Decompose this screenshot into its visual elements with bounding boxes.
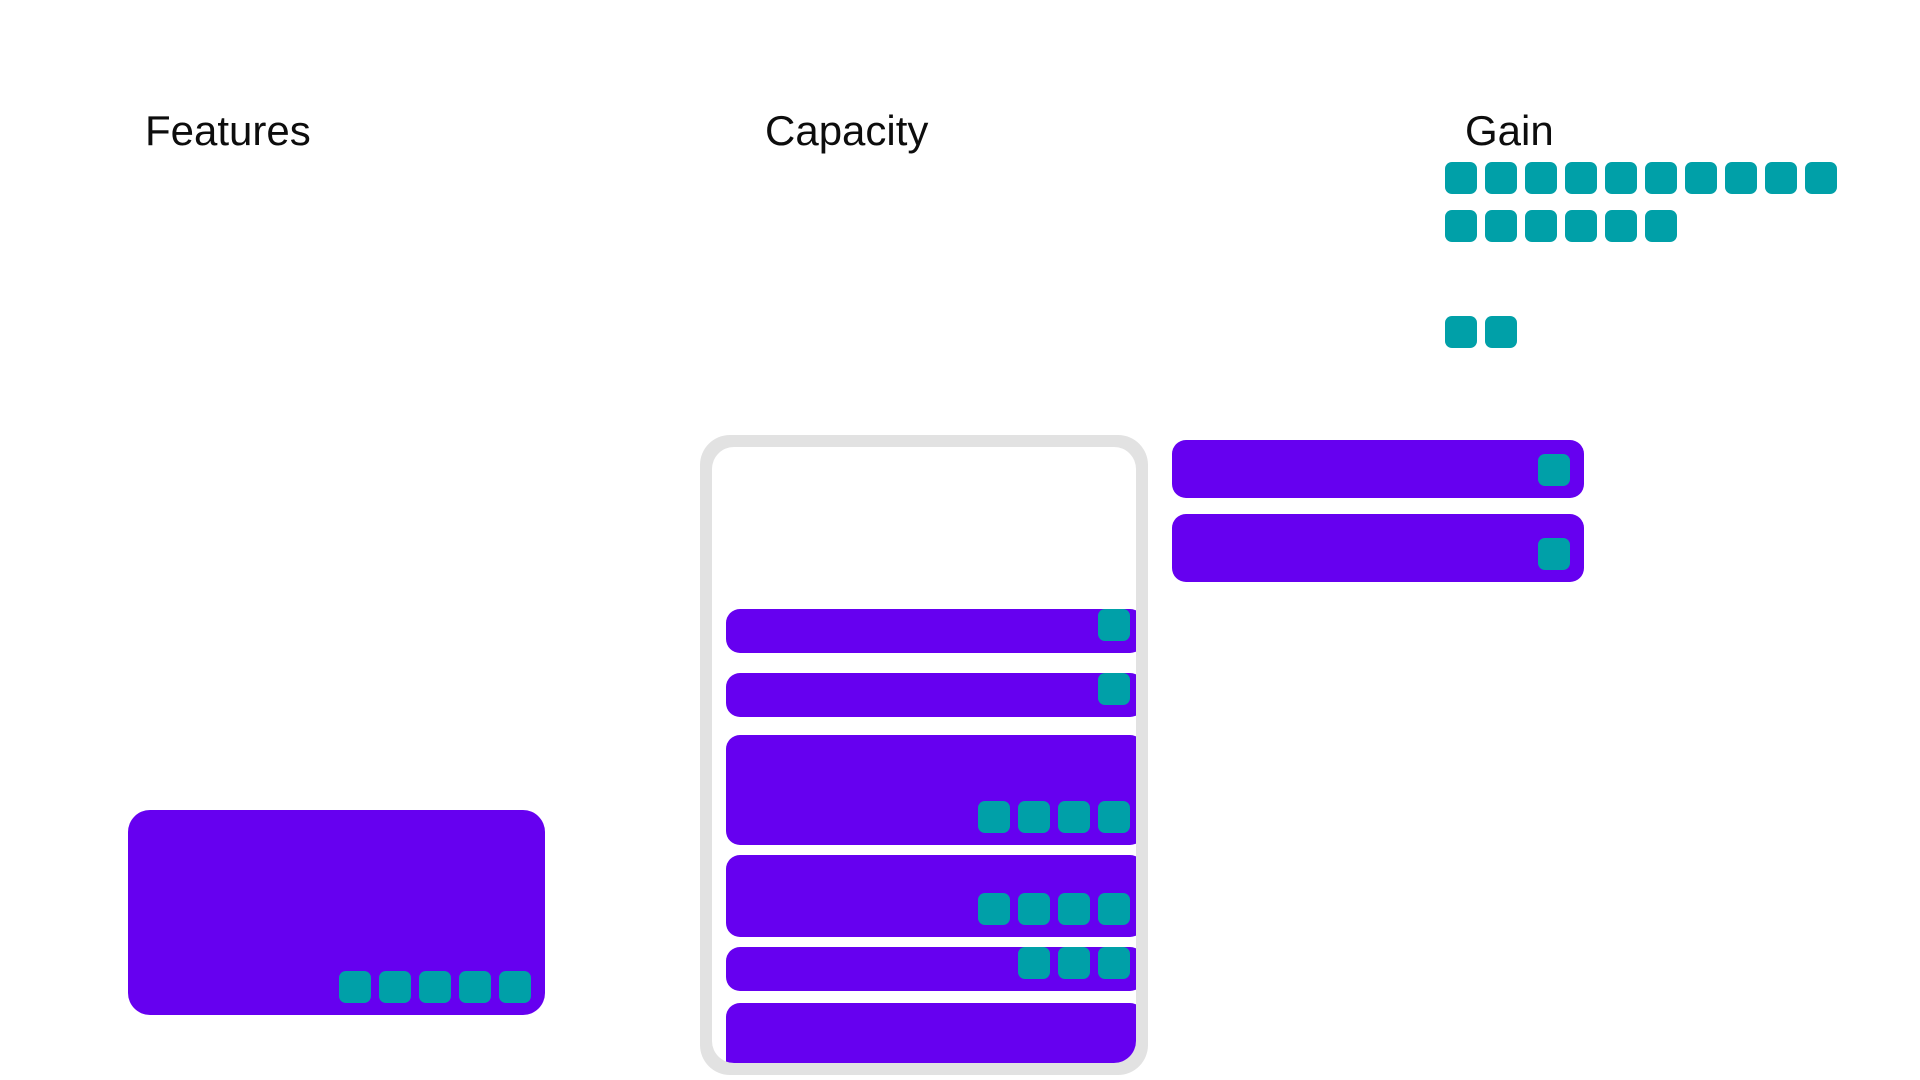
capacity-bar[interactable] — [726, 735, 1136, 845]
gain-bar[interactable] — [1172, 514, 1584, 582]
teal-square — [339, 971, 371, 1003]
teal-square — [1445, 162, 1477, 194]
teal-square — [1645, 210, 1677, 242]
teal-square — [1445, 210, 1477, 242]
teal-square — [1445, 316, 1477, 348]
teal-square — [1685, 162, 1717, 194]
teal-square — [1485, 162, 1517, 194]
teal-square — [1525, 162, 1557, 194]
teal-square — [1525, 210, 1557, 242]
teal-square — [1565, 162, 1597, 194]
teal-square — [1018, 947, 1050, 979]
teal-square — [1098, 609, 1130, 641]
teal-square — [978, 801, 1010, 833]
teal-square — [1018, 801, 1050, 833]
teal-square — [1538, 538, 1570, 570]
teal-square — [1645, 162, 1677, 194]
capacity-bar-square-group — [978, 893, 1136, 937]
gain-square-row — [1445, 210, 1677, 242]
teal-square — [419, 971, 451, 1003]
capacity-bar[interactable] — [726, 1003, 1136, 1063]
column-heading-capacity: Capacity — [765, 107, 929, 154]
teal-square — [1058, 801, 1090, 833]
teal-square — [1565, 210, 1597, 242]
capacity-bar[interactable] — [726, 673, 1136, 717]
capacity-bar-square-group — [1098, 609, 1136, 653]
capacity-container-inner — [712, 447, 1136, 1063]
capacity-bar-square-group — [1018, 947, 1136, 991]
teal-square — [499, 971, 531, 1003]
diagram-canvas: Features Capacity Gain — [0, 0, 1920, 1080]
features-bar[interactable] — [128, 810, 545, 1015]
gain-square-row — [1445, 316, 1517, 348]
teal-square — [1098, 801, 1130, 833]
gain-bar-square-group — [1538, 538, 1584, 582]
capacity-bar[interactable] — [726, 609, 1136, 653]
capacity-container — [700, 435, 1148, 1075]
teal-square — [1605, 162, 1637, 194]
teal-square — [1058, 947, 1090, 979]
capacity-bar-square-group — [978, 801, 1136, 845]
teal-square — [1098, 947, 1130, 979]
teal-square — [459, 971, 491, 1003]
column-heading-gain: Gain — [1465, 107, 1554, 154]
gain-bar[interactable] — [1172, 440, 1584, 498]
teal-square — [1058, 893, 1090, 925]
gain-square-row — [1445, 162, 1837, 194]
teal-square — [978, 893, 1010, 925]
column-heading-features: Features — [145, 107, 311, 154]
teal-square — [1018, 893, 1050, 925]
teal-square — [1605, 210, 1637, 242]
capacity-bar-square-group — [1098, 673, 1136, 717]
teal-square — [1485, 210, 1517, 242]
teal-square — [1765, 162, 1797, 194]
teal-square — [379, 971, 411, 1003]
teal-square — [1538, 454, 1570, 486]
teal-square — [1098, 893, 1130, 925]
teal-square — [1725, 162, 1757, 194]
teal-square — [1805, 162, 1837, 194]
gain-bar-square-group — [1538, 454, 1584, 498]
capacity-bar[interactable] — [726, 947, 1136, 991]
teal-square — [1098, 673, 1130, 705]
features-bar-square-group — [339, 971, 545, 1015]
capacity-bar[interactable] — [726, 855, 1136, 937]
teal-square — [1485, 316, 1517, 348]
